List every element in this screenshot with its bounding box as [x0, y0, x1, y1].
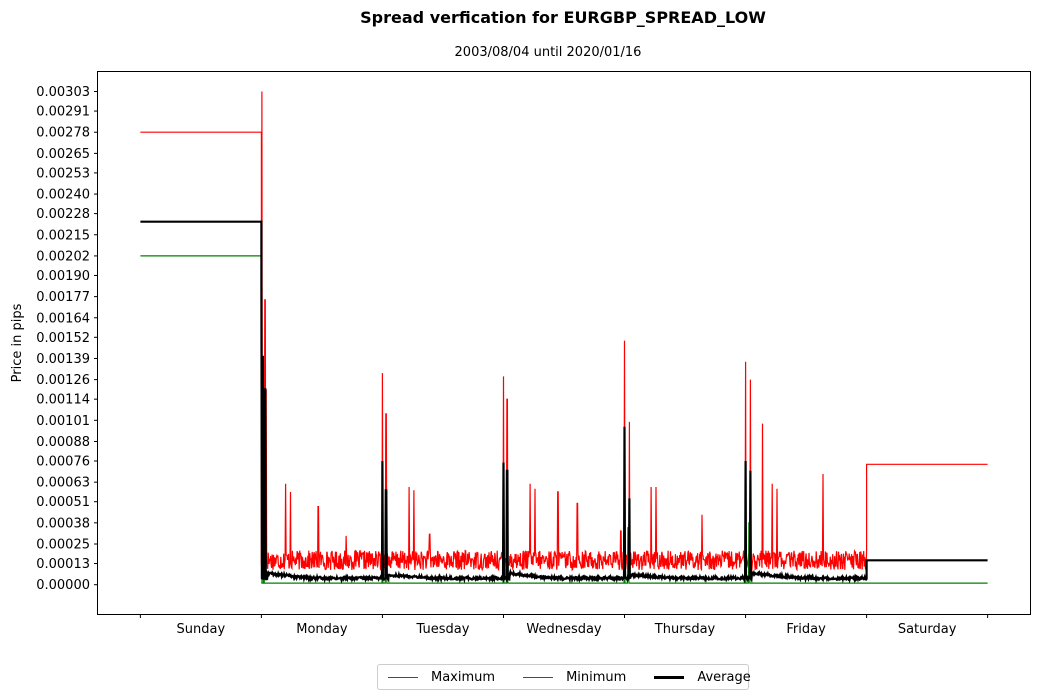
y-tick-label: 0.00164 [36, 311, 90, 326]
legend-item-average: Average [644, 669, 751, 685]
y-tick-label: 0.00278 [36, 126, 90, 141]
series-line-maximum [140, 91, 988, 573]
legend-label-minimum: Minimum [566, 669, 627, 685]
legend-swatch-maximum [388, 676, 418, 678]
y-tick-label: 0.00228 [36, 207, 90, 222]
y-tick-label: 0.00253 [36, 166, 90, 181]
series-layer [140, 91, 988, 584]
legend: Maximum Minimum Average [377, 664, 751, 690]
y-tick-label: 0.00038 [36, 516, 90, 531]
legend-item-minimum: Minimum [513, 670, 626, 685]
legend-item-maximum: Maximum [378, 670, 495, 685]
plot-frame [97, 71, 1031, 615]
y-tick-label: 0.00202 [36, 249, 90, 264]
y-tick-label: 0.00025 [36, 538, 90, 553]
x-tick-label: Saturday [898, 622, 957, 637]
y-tick-label: 0.00063 [36, 476, 90, 491]
series-line-average [140, 220, 988, 584]
y-tick-label: 0.00126 [36, 373, 90, 388]
legend-swatch-minimum [523, 676, 554, 678]
y-tick-label: 0.00013 [36, 557, 90, 572]
y-tick-label: 0.00101 [36, 414, 90, 429]
y-tick-label: 0.00240 [36, 188, 90, 203]
y-tick-label: 0.00076 [36, 455, 90, 470]
x-tick-label: Sunday [177, 622, 226, 637]
y-tick-label: 0.00190 [36, 269, 90, 284]
y-axis: 0.00303 0.00291 0.00278 0.00265 0.00253 0.002… [36, 85, 98, 593]
y-axis-label: Price in pips [10, 303, 25, 382]
y-tick-label: 0.00114 [36, 393, 90, 408]
x-tick-label: Friday [786, 622, 826, 637]
y-tick-label: 0.00177 [36, 290, 90, 305]
y-tick-label: 0.00291 [36, 105, 90, 120]
x-axis: Sunday Monday Tuesday Wednesday Thursday Frid… [139, 614, 989, 637]
y-tick-label: 0.00051 [36, 495, 90, 510]
x-tick-label: Tuesday [416, 622, 470, 637]
y-tick-label: 0.00000 [36, 578, 90, 593]
chart-svg: 0.00303 0.00291 0.00278 0.00265 0.00253 0.002… [10, 71, 1031, 637]
legend-label-maximum: Maximum [431, 669, 496, 685]
x-tick-label: Wednesday [526, 622, 602, 637]
x-tick-label: Thursday [654, 622, 716, 637]
series-line-minimum [140, 255, 988, 584]
y-tick-label: 0.00215 [36, 228, 90, 243]
x-tick-label: Monday [296, 622, 348, 637]
legend-swatch-average [654, 675, 685, 679]
y-tick-label: 0.00265 [36, 147, 90, 162]
y-tick-label: 0.00152 [36, 331, 90, 346]
legend-label-average: Average [697, 669, 751, 685]
y-tick-label: 0.00088 [36, 435, 90, 450]
y-tick-label: 0.00139 [36, 352, 90, 367]
y-tick-label: 0.00303 [36, 85, 90, 100]
